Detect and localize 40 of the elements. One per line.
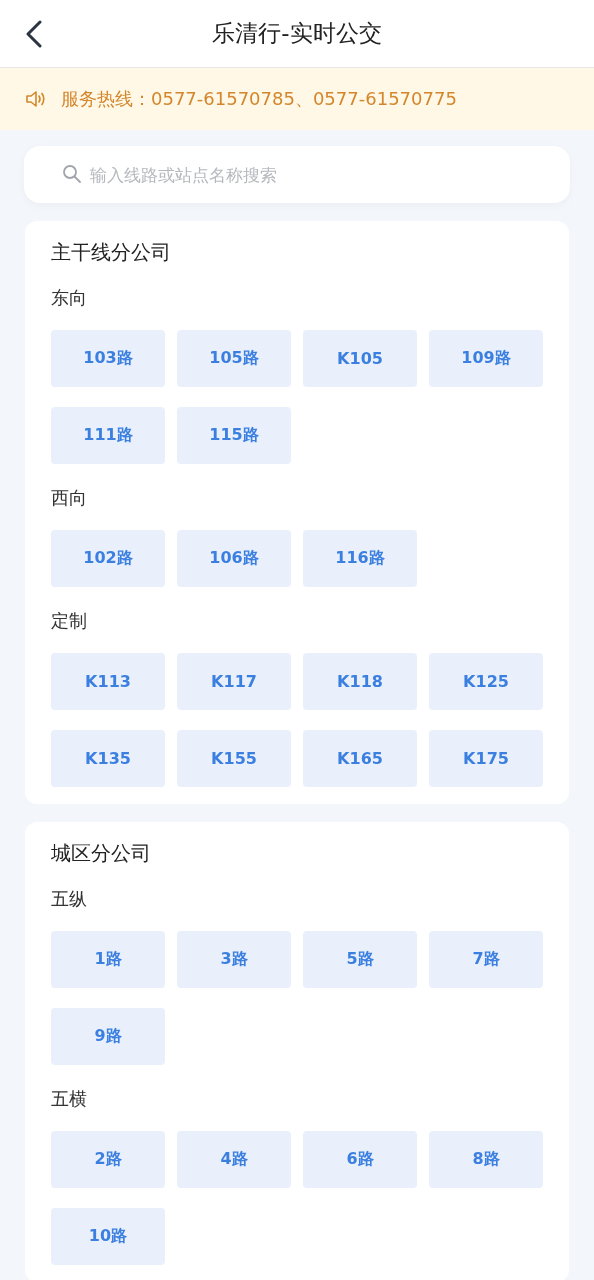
page-title: 乐清行-实时公交 — [212, 19, 382, 48]
route-button[interactable]: 103路 — [51, 330, 165, 387]
route-button[interactable]: 105路 — [177, 330, 291, 387]
direction-label: 五横 — [51, 1087, 88, 1111]
route-button[interactable]: K175 — [429, 730, 543, 787]
route-button[interactable]: 106路 — [177, 530, 291, 587]
route-button[interactable]: K125 — [429, 653, 543, 710]
route-button[interactable]: 7路 — [429, 931, 543, 988]
direction-label: 五纵 — [51, 887, 88, 911]
route-button[interactable]: 109路 — [429, 330, 543, 387]
route-button[interactable]: K135 — [51, 730, 165, 787]
route-button[interactable]: 115路 — [177, 407, 291, 464]
route-button[interactable]: 3路 — [177, 931, 291, 988]
route-button[interactable]: 102路 — [51, 530, 165, 587]
route-button[interactable]: 6路 — [303, 1131, 417, 1188]
route-button[interactable]: 4路 — [177, 1131, 291, 1188]
search-icon — [62, 164, 82, 184]
route-button[interactable]: K117 — [177, 653, 291, 710]
company-name: 城区分公司 — [51, 840, 152, 867]
company-name: 主干线分公司 — [51, 239, 172, 266]
direction-label: 东向 — [51, 286, 88, 310]
route-button[interactable]: K155 — [177, 730, 291, 787]
route-button[interactable]: 10路 — [51, 1208, 165, 1265]
route-button[interactable]: 1路 — [51, 931, 165, 988]
route-button[interactable]: 9路 — [51, 1008, 165, 1065]
back-icon[interactable] — [24, 20, 44, 48]
direction-label: 西向 — [51, 486, 88, 510]
route-button[interactable]: 5路 — [303, 931, 417, 988]
route-button[interactable]: 116路 — [303, 530, 417, 587]
hotline-text: 服务热线：0577-61570785、0577-61570775 — [61, 87, 457, 111]
route-button[interactable]: 8路 — [429, 1131, 543, 1188]
route-button[interactable]: 2路 — [51, 1131, 165, 1188]
route-button[interactable]: K118 — [303, 653, 417, 710]
speaker-icon — [25, 90, 47, 108]
route-button[interactable]: K113 — [51, 653, 165, 710]
route-button[interactable]: 111路 — [51, 407, 165, 464]
search-field[interactable]: 输入线路或站点名称搜索 — [24, 146, 570, 203]
route-button[interactable]: K105 — [303, 330, 417, 387]
direction-label: 定制 — [51, 609, 88, 633]
route-button[interactable]: K165 — [303, 730, 417, 787]
